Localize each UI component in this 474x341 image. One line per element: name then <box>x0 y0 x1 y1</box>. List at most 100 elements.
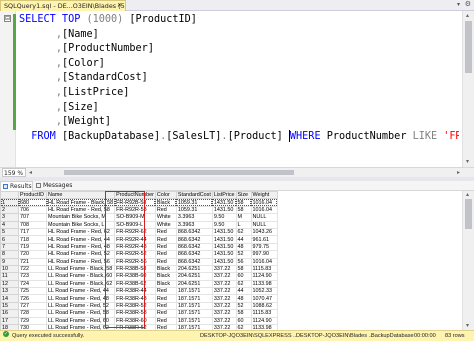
table-cell[interactable]: 52 <box>235 301 252 311</box>
table-cell[interactable]: 337.22 <box>211 264 237 274</box>
table-cell[interactable]: 52 <box>235 250 252 259</box>
results-grid-pane[interactable]: ProductID Name ProductNumber Color StandardC… <box>0 191 474 330</box>
table-cell[interactable]: 44 <box>235 235 252 244</box>
row-number[interactable]: 4 <box>0 220 19 229</box>
row-number[interactable]: 9 <box>0 257 19 266</box>
table-cell[interactable]: 1124.90 <box>250 272 278 281</box>
table-cell[interactable]: Red <box>154 227 177 237</box>
table-row[interactable]: 11 723 LL Road Frame - Black, 60 FR-R38B-60… <box>0 272 278 281</box>
table-cell[interactable]: HL Road Frame - Black, 58 <box>45 198 116 207</box>
table-cell[interactable]: 58 <box>235 205 252 215</box>
table-row[interactable]: 8 720 HL Road Frame - Red, 52 FR-R92R-52 Red… <box>0 250 278 259</box>
table-cell[interactable]: 204.6251 <box>175 264 213 274</box>
table-cell[interactable]: FR-R38B-60 <box>114 272 156 281</box>
table-row[interactable]: 13 725 LL Road Frame - Red, 44 FR-R38R-44 Re… <box>0 287 278 296</box>
table-cell[interactable]: 204.6251 <box>175 279 213 289</box>
column-header[interactable]: Weight <box>250 191 278 200</box>
table-cell[interactable]: 1115.83 <box>250 264 278 274</box>
table-cell[interactable]: 979.75 <box>250 242 278 252</box>
table-cell[interactable]: FR-R38R-48 <box>114 294 156 303</box>
table-cell[interactable]: 1431.50 <box>211 205 237 215</box>
table-row[interactable]: 12 724 LL Road Frame - Black, 62 FR-R38B-62… <box>0 279 278 289</box>
table-cell[interactable]: FR-R92B-58 <box>114 198 156 207</box>
table-cell[interactable]: 187.1571 <box>175 301 213 311</box>
table-row[interactable]: 5 717 HL Road Frame - Red, 62 FR-R92R-62 Red… <box>0 227 278 237</box>
table-cell[interactable]: Red <box>154 205 177 215</box>
table-cell[interactable]: 58 <box>235 309 252 318</box>
table-cell[interactable]: 726 <box>18 294 47 303</box>
table-cell[interactable]: Red <box>154 250 177 259</box>
scroll-down-icon[interactable]: ▾ <box>466 158 469 165</box>
query-tab[interactable]: SQLQuery1.sql - DE...O3EIN\Blades (55))*… <box>0 0 126 11</box>
table-cell[interactable]: 868.6342 <box>175 227 213 237</box>
table-cell[interactable]: 1043.26 <box>250 227 278 237</box>
table-cell[interactable]: FR-R38R-52 <box>114 301 156 311</box>
table-cell[interactable]: HL Road Frame - Red, 48 <box>45 242 116 252</box>
table-cell[interactable]: Red <box>154 242 177 252</box>
table-row[interactable]: 14 726 LL Road Frame - Red, 48 FR-R38R-48 Re… <box>0 294 278 303</box>
scroll-left-icon[interactable]: ◂ <box>29 168 32 177</box>
table-cell[interactable]: 1059.31 <box>175 205 213 215</box>
code-line[interactable]: ,[Weight] <box>19 115 459 130</box>
table-cell[interactable]: Black <box>154 198 177 207</box>
table-cell[interactable]: 60 <box>235 316 252 326</box>
table-cell[interactable]: FR-R92R-56 <box>114 257 156 266</box>
column-header[interactable]: ProductNumber <box>114 191 156 200</box>
code-line[interactable]: ,[ProductNumber] <box>19 42 459 57</box>
table-cell[interactable]: 725 <box>18 287 47 296</box>
column-header[interactable]: Size <box>235 191 252 200</box>
table-row[interactable]: 16 728 LL Road Frame - Red, 58 FR-R38R-58 Re… <box>0 309 278 318</box>
table-cell[interactable]: 58 <box>235 198 252 207</box>
code-line[interactable]: FROM [BackupDatabase].[SalesLT].[Product… <box>19 129 459 145</box>
table-cell[interactable]: Black <box>154 272 177 281</box>
table-row[interactable]: 4 708 Mountain Bike Socks, L SO-B909-L White… <box>0 220 278 229</box>
zoom-selector[interactable]: 159 % ▾ <box>2 168 26 186</box>
scroll-up-icon[interactable]: ▴ <box>466 191 469 198</box>
table-cell[interactable]: 1059.31 <box>175 198 213 207</box>
table-cell[interactable]: 868.6342 <box>175 242 213 252</box>
scroll-up-icon[interactable]: ▴ <box>466 12 469 19</box>
collapse-icon[interactable]: ⊟ <box>4 15 11 22</box>
table-cell[interactable]: 1070.47 <box>250 294 278 303</box>
table-cell[interactable]: 729 <box>18 316 47 326</box>
table-cell[interactable]: 724 <box>18 279 47 289</box>
row-number[interactable]: 3 <box>0 213 19 222</box>
table-cell[interactable]: 44 <box>235 287 252 296</box>
code-line[interactable]: ,[Color] <box>19 57 459 72</box>
horizontal-scroll-thumb[interactable] <box>64 170 294 175</box>
results-grid[interactable]: ProductID Name ProductNumber Color StandardC… <box>0 191 278 330</box>
table-cell[interactable]: 1124.90 <box>250 316 278 326</box>
column-header[interactable]: Name <box>45 191 116 200</box>
table-cell[interactable]: SO-B909-L <box>114 220 156 229</box>
table-row[interactable]: 7 719 HL Road Frame - Red, 48 FR-R92R-48 Red… <box>0 242 278 252</box>
column-header[interactable] <box>0 191 19 200</box>
tab-results[interactable]: Results <box>0 181 33 191</box>
row-number[interactable]: 2 <box>0 205 19 215</box>
row-number[interactable]: 1 <box>0 198 19 207</box>
table-cell[interactable]: FR-R38R-44 <box>114 287 156 296</box>
table-cell[interactable]: FR-R38B-58 <box>114 264 156 274</box>
table-cell[interactable]: LL Road Frame - Black, 60 <box>45 272 116 281</box>
results-vertical-scrollbar[interactable]: ▴ ▾ <box>462 191 474 330</box>
table-cell[interactable]: 62 <box>235 227 252 237</box>
table-cell[interactable]: 718 <box>18 235 47 244</box>
table-cell[interactable]: 337.22 <box>211 309 237 318</box>
table-row[interactable]: 10 722 LL Road Frame - Black, 58 FR-R38B-58… <box>0 264 278 274</box>
table-cell[interactable]: 337.22 <box>211 272 237 281</box>
table-cell[interactable]: 337.22 <box>211 316 237 326</box>
row-number[interactable]: 16 <box>0 309 19 318</box>
table-cell[interactable]: 717 <box>18 227 47 237</box>
table-cell[interactable]: HL Road Frame - Red, 62 <box>45 227 116 237</box>
table-row[interactable]: 3 707 Mountain Bike Socks, M SO-B909-M White… <box>0 213 278 222</box>
scroll-thumb[interactable] <box>465 199 472 229</box>
table-row[interactable]: 9 721 HL Road Frame - Red, 56 FR-R92R-56 Red… <box>0 257 278 266</box>
table-cell[interactable]: 721 <box>18 257 47 266</box>
table-cell[interactable]: LL Road Frame - Red, 52 <box>45 301 116 311</box>
table-cell[interactable]: 727 <box>18 301 47 311</box>
query-editor[interactable]: ⊟ SELECT TOP (1000) [ProductID] ,[Name] … <box>0 11 474 167</box>
table-cell[interactable]: LL Road Frame - Black, 58 <box>45 264 116 274</box>
row-number[interactable]: 7 <box>0 242 19 252</box>
table-cell[interactable]: 868.6342 <box>175 257 213 266</box>
editor-vertical-scrollbar[interactable]: ▴ ▾ <box>462 11 474 167</box>
table-cell[interactable]: 62 <box>235 279 252 289</box>
